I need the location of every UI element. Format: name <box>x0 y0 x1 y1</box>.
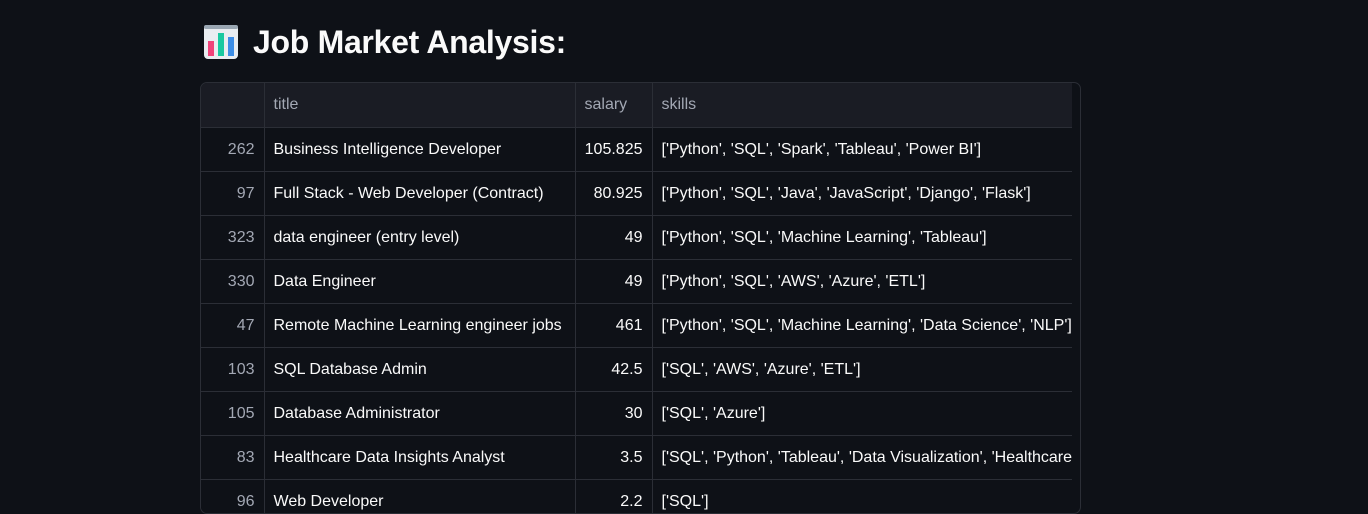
table-row[interactable]: 323 data engineer (entry level) 49 ['Pyt… <box>201 216 1072 260</box>
table-row[interactable]: 96 Web Developer 2.2 ['SQL'] <box>201 480 1072 514</box>
cell-skills[interactable]: ['Python', 'SQL', 'Machine Learning', 'D… <box>652 304 1072 348</box>
index-column-header[interactable] <box>201 83 264 128</box>
cell-salary[interactable]: 49 <box>575 216 652 260</box>
column-header-salary[interactable]: salary <box>575 83 652 128</box>
row-index: 83 <box>201 436 264 480</box>
cell-salary[interactable]: 461 <box>575 304 652 348</box>
cell-skills[interactable]: ['SQL', 'AWS', 'Azure', 'ETL'] <box>652 348 1072 392</box>
table-row[interactable]: 105 Database Administrator 30 ['SQL', 'A… <box>201 392 1072 436</box>
cell-skills[interactable]: ['SQL'] <box>652 480 1072 514</box>
cell-skills[interactable]: ['SQL', 'Python', 'Tableau', 'Data Visua… <box>652 436 1072 480</box>
cell-salary[interactable]: 49 <box>575 260 652 304</box>
table-row[interactable]: 97 Full Stack - Web Developer (Contract)… <box>201 172 1072 216</box>
cell-title[interactable]: Healthcare Data Insights Analyst <box>264 436 575 480</box>
table-row[interactable]: 262 Business Intelligence Developer 105.… <box>201 128 1072 172</box>
cell-title[interactable]: Web Developer <box>264 480 575 514</box>
cell-skills[interactable]: ['SQL', 'Azure'] <box>652 392 1072 436</box>
row-index: 96 <box>201 480 264 514</box>
cell-title[interactable]: data engineer (entry level) <box>264 216 575 260</box>
cell-skills[interactable]: ['Python', 'SQL', 'Java', 'JavaScript', … <box>652 172 1072 216</box>
cell-skills[interactable]: ['Python', 'SQL', 'Spark', 'Tableau', 'P… <box>652 128 1072 172</box>
cell-title[interactable]: Database Administrator <box>264 392 575 436</box>
cell-salary[interactable]: 30 <box>575 392 652 436</box>
header-row: title salary skills <box>201 83 1072 128</box>
dataframe[interactable]: title salary skills 262 Business Intelli… <box>200 82 1081 514</box>
cell-title[interactable]: Remote Machine Learning engineer jobs <box>264 304 575 348</box>
cell-salary[interactable]: 80.925 <box>575 172 652 216</box>
cell-salary[interactable]: 105.825 <box>575 128 652 172</box>
row-index: 97 <box>201 172 264 216</box>
bar-chart-emoji-icon <box>203 24 239 60</box>
table-row[interactable]: 47 Remote Machine Learning engineer jobs… <box>201 304 1072 348</box>
table-row[interactable]: 103 SQL Database Admin 42.5 ['SQL', 'AWS… <box>201 348 1072 392</box>
cell-salary[interactable]: 2.2 <box>575 480 652 514</box>
cell-skills[interactable]: ['Python', 'SQL', 'Machine Learning', 'T… <box>652 216 1072 260</box>
cell-salary[interactable]: 42.5 <box>575 348 652 392</box>
column-header-title[interactable]: title <box>264 83 575 128</box>
cell-skills[interactable]: ['Python', 'SQL', 'AWS', 'Azure', 'ETL'] <box>652 260 1072 304</box>
page-heading: Job Market Analysis: <box>203 22 566 62</box>
page-title: Job Market Analysis: <box>253 24 566 61</box>
cell-title[interactable]: SQL Database Admin <box>264 348 575 392</box>
row-index: 103 <box>201 348 264 392</box>
row-index: 105 <box>201 392 264 436</box>
row-index: 323 <box>201 216 264 260</box>
row-index: 47 <box>201 304 264 348</box>
cell-title[interactable]: Business Intelligence Developer <box>264 128 575 172</box>
cell-salary[interactable]: 3.5 <box>575 436 652 480</box>
row-index: 262 <box>201 128 264 172</box>
table-row[interactable]: 330 Data Engineer 49 ['Python', 'SQL', '… <box>201 260 1072 304</box>
row-index: 330 <box>201 260 264 304</box>
table-row[interactable]: 83 Healthcare Data Insights Analyst 3.5 … <box>201 436 1072 480</box>
cell-title[interactable]: Full Stack - Web Developer (Contract) <box>264 172 575 216</box>
cell-title[interactable]: Data Engineer <box>264 260 575 304</box>
data-table: title salary skills 262 Business Intelli… <box>201 83 1072 514</box>
column-header-skills[interactable]: skills <box>652 83 1072 128</box>
